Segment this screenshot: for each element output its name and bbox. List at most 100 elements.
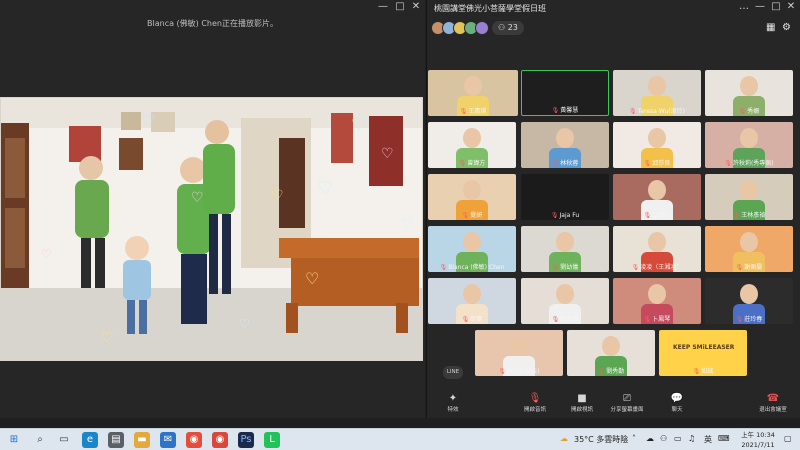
svg-text:♡: ♡ [271,188,284,204]
video-icon: ■ [577,393,587,404]
maximize-button[interactable]: □ [393,1,407,13]
participant-name-label: 劉幼儀 [560,264,579,271]
participant-tile[interactable]: KEEP SMiLEEASER 🎙如誠 [659,330,747,376]
participant-name-label: 凌凌（王湘凌） [640,264,683,271]
line-badge: LINE [443,366,463,379]
photoshop-icon[interactable]: Ps [238,432,254,448]
task-view-icon[interactable]: ▭ [56,432,72,448]
participant-tile[interactable]: 🎙江重珍 [613,174,701,220]
participant-tile[interactable]: 🎙黃馨慧 [521,70,609,116]
chrome-icon[interactable]: ◉ [186,432,202,448]
windows-start-icon[interactable]: ⊞ [6,432,22,448]
participant-name-label: 劉秀勤 [606,368,625,375]
participant-face [556,232,574,252]
volume-icon[interactable]: ♫ [688,434,695,443]
participant-tile[interactable]: 🎙謝佩晏 [705,226,793,272]
chevron-up-icon[interactable]: ˄ [632,434,636,443]
participant-name: 🎙YU (元友云) [475,366,563,375]
mic-muted-icon: 🎙 [732,212,741,219]
mic-muted-icon: 🎙 [735,316,744,323]
unmute-audio-label: 開啟音訊 [523,407,546,413]
close-button[interactable]: ✕ [784,1,798,13]
participant-name-label: 如誠 [701,368,714,375]
participant-name-label: 王林彥禎 [741,212,766,219]
store-icon[interactable]: ▤ [108,432,124,448]
participant-name-label: 林秋蓉 [560,160,579,167]
participant-tile[interactable]: 🎙卜鳳琴 [613,278,701,324]
ime-indicator[interactable]: 英 [704,434,712,445]
close-button[interactable]: ✕ [409,1,423,13]
participant-name: 🎙許秋莉(秀專佩) [705,158,793,167]
chrome-profile-icon[interactable]: ◉ [212,432,228,448]
participant-face [556,284,574,304]
unmute-audio-button[interactable]: 🎙 開啟音訊 [515,392,555,413]
mic-muted-icon: 🎙 [461,212,470,219]
svg-text:♡: ♡ [351,114,367,135]
participant-name-label: Blanca (佛敏) Chen [448,264,505,271]
participant-name: 🎙Teresa Wu(淑玲) [613,106,701,115]
minimize-button[interactable]: — [753,1,767,13]
participant-tile[interactable]: 🎙王惠琪 [428,70,518,116]
clock[interactable]: 上午 10:34 2021/7/11 [738,430,778,450]
notification-icon[interactable]: ▢ [784,434,792,443]
participant-name: 🎙曾瑋方 [428,158,516,167]
search-icon[interactable]: ⌕ [32,432,48,448]
shared-video-frame[interactable]: ♡ ♡ ♡ ♡ ♡ ♡ ♡ ♡ ♡ ♡ ♡ [0,97,423,361]
edge-browser-icon[interactable]: e [82,432,98,448]
participant-tile[interactable]: 🎙欣宴 [428,278,516,324]
more-options-button[interactable]: … [737,1,751,13]
line-app-icon[interactable]: L [264,432,280,448]
minimize-button[interactable]: — [376,1,390,13]
participant-tile[interactable]: 🎙賴彥嚴 [521,278,609,324]
share-status-text: Blanca (佛敏) Chen正在播放影片。 [147,19,278,28]
participant-face [463,232,481,252]
participant-tile[interactable]: 🎙邱莎良 [613,122,701,168]
mic-muted-icon: 🎙 [550,212,559,219]
participant-tile[interactable]: 🎙許秋莉(秀專佩) [705,122,793,168]
svg-text:♡: ♡ [401,216,414,232]
mic-muted-icon: 🎙 [528,393,542,404]
participant-name-label: 秀姍 [747,108,760,115]
avatar[interactable] [475,21,489,35]
participant-tile[interactable]: 🎙Blanca (佛敏) Chen [428,226,516,272]
mic-muted-icon: 🎙 [461,316,470,323]
participant-tile[interactable]: 🎙Teresa Wu(淑玲) [613,70,701,116]
share-screen-button[interactable]: ⎚ 分享螢幕畫面 [607,392,647,413]
participant-tile[interactable]: 🎙覺妍 [428,174,516,220]
chat-button[interactable]: 💬 聊天 [657,392,697,413]
participant-tile[interactable]: 🎙凌凌（王湘凌） [613,226,701,272]
participant-tile[interactable]: 🎙莊玲春 [705,278,793,324]
participant-tile[interactable]: 🎙林秋蓉 [521,122,609,168]
participant-tile[interactable]: 🎙劉秀勤 [567,330,655,376]
gear-icon[interactable]: ⚙ [782,22,794,34]
mail-icon[interactable]: ✉ [160,432,176,448]
participant-tile[interactable]: 🎙王林彥禎 [705,174,793,220]
participant-strip[interactable]: ⚇ 23 [431,20,524,36]
cloud-icon[interactable]: ☁ [646,434,654,443]
start-video-button[interactable]: ■ 開啟視訊 [562,392,602,413]
people-icon[interactable]: ⚇ [660,434,667,443]
participant-face [648,232,666,252]
participant-name: 🎙江重珍 [613,210,701,219]
participant-tile[interactable]: 🎙YU (元友云) [475,330,563,376]
participant-tile[interactable]: 🎙Jaja Fu [521,174,609,220]
participant-tile[interactable]: 🎙曾瑋方 [428,122,516,168]
participant-face [463,180,481,200]
svg-text:♡: ♡ [101,330,114,346]
participant-face [740,128,758,148]
participant-tile[interactable]: 🎙秀姍 [705,70,793,116]
weather-text[interactable]: 35°C 多雲時陰 [574,434,628,445]
file-explorer-icon[interactable]: ▬ [134,432,150,448]
gallery-view-icon[interactable]: ▦ [766,22,778,34]
effects-button[interactable]: ✦ 特效 [433,392,473,413]
maximize-button[interactable]: □ [769,1,783,13]
network-icon[interactable]: ▭ [674,434,682,443]
participant-tile[interactable]: 🎙劉幼儀 [521,226,609,272]
video-scene-illustration: ♡ ♡ ♡ ♡ ♡ ♡ ♡ ♡ ♡ ♡ ♡ [1,98,422,360]
participant-face [464,76,482,96]
keyboard-icon[interactable]: ⌨ [718,434,730,443]
participant-count-badge[interactable]: ⚇ 23 [492,21,524,35]
participant-face [463,284,481,304]
participant-name: 🎙Jaja Fu [521,212,609,219]
leave-meeting-button[interactable]: ☎ 退出會議室 [753,392,793,413]
